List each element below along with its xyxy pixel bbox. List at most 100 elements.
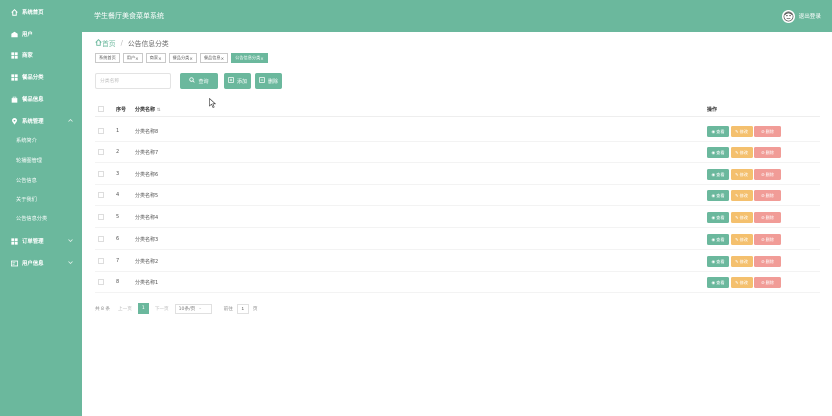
edit-button[interactable]: ✎ 修改 [730,277,753,288]
sidebar-item-orders[interactable]: 订单管理 [0,230,82,252]
page-number-current[interactable]: 1 [137,303,149,314]
edit-button[interactable]: ✎ 修改 [730,256,753,267]
edit-button[interactable]: ✎ 修改 [730,212,753,223]
tag-notice-category[interactable]: 公告信息分类 × [231,53,268,63]
row-checkbox[interactable] [98,149,104,155]
delete-icon: ⊘ [761,193,765,198]
row-index: 6 [116,236,120,242]
next-page-button[interactable]: 下一页 [155,306,169,312]
eye-icon: ◉ [711,150,716,155]
table-row: 2 分类名称7 ◉ 查看 ✎ 修改 ⊘ 删除 [95,142,820,163]
view-button[interactable]: ◉ 查看 [707,212,729,223]
view-button[interactable]: ◉ 查看 [707,234,729,245]
row-actions: ◉ 查看 ✎ 修改 ⊘ 删除 [707,190,781,201]
close-icon[interactable]: × [189,56,193,61]
tag-dish-category[interactable]: 餐品分类 × [168,53,197,63]
row-checkbox[interactable] [98,258,104,264]
close-icon[interactable]: × [221,56,225,61]
row-checkbox[interactable] [98,236,104,242]
tag-user[interactable]: 用户 × [122,53,143,63]
search-input[interactable] [95,73,171,89]
home-icon [11,8,18,16]
sidebar-item-home[interactable]: 系统首页 [0,1,82,23]
tab-tags: 系统首页 用户 × 商家 × 餐品分类 × 餐品信息 × 公告信息分类 × [95,53,268,63]
logout-button[interactable]: 退出登录 [799,12,821,20]
sidebar-item-user-info[interactable]: 用户信息 [0,252,82,274]
sidebar-item-dish-category[interactable]: 餐品分类 [0,66,82,88]
delete-row-button[interactable]: ⊘ 删除 [754,126,781,137]
add-icon [228,77,234,85]
header-actions: 操作 [707,107,718,113]
edit-button[interactable]: ✎ 修改 [730,234,753,245]
view-button[interactable]: ◉ 查看 [707,256,729,267]
close-icon[interactable]: × [158,56,162,61]
eye-icon: ◉ [711,215,716,220]
sidebar-subitem-intro[interactable]: 系统简介 [16,137,37,144]
row-index: 8 [116,279,120,285]
tag-dish-info[interactable]: 餐品信息 × [199,53,229,63]
view-button[interactable]: ◉ 查看 [707,126,729,137]
delete-row-button[interactable]: ⊘ 删除 [754,212,781,223]
close-icon[interactable]: × [135,56,139,61]
table-row: 5 分类名称4 ◉ 查看 ✎ 修改 ⊘ 删除 [95,207,820,228]
sidebar-subitem-notice-category[interactable]: 公告信息分类 [16,215,47,222]
query-button[interactable]: 查询 [180,73,218,89]
view-button[interactable]: ◉ 查看 [707,277,729,288]
sidebar-subitem-notice[interactable]: 公告信息 [16,177,37,184]
eye-icon: ◉ [711,129,716,134]
row-index: 5 [116,214,120,220]
row-actions: ◉ 查看 ✎ 修改 ⊘ 删除 [707,256,781,267]
user-icon [11,31,18,38]
home-icon [95,38,102,48]
row-checkbox[interactable] [98,128,104,134]
row-checkbox[interactable] [98,279,104,285]
breadcrumb-current: 公告信息分类 [127,40,169,48]
sidebar-item-merchant[interactable]: 商家 [0,44,82,66]
sidebar-item-dish-info[interactable]: 餐品信息 [0,88,82,110]
search-icon [189,77,196,85]
chevron-down-icon: ⌄ [198,306,203,311]
view-button[interactable]: ◉ 查看 [707,169,729,180]
page-size-select[interactable]: 10条/页 ⌄ [174,303,212,314]
row-checkbox[interactable] [98,192,104,198]
sidebar-subitem-carousel[interactable]: 轮播图管理 [16,157,42,164]
header-index: 序号 [116,107,127,113]
edit-button[interactable]: ✎ 修改 [730,147,753,158]
goto-page-input[interactable] [236,303,249,314]
chevron-down-icon [68,238,73,245]
row-name: 分类名称7 [135,150,159,156]
delete-button[interactable]: 删除 [255,73,282,89]
delete-row-button[interactable]: ⊘ 删除 [754,147,781,158]
edit-icon: ✎ [735,280,739,285]
breadcrumb-separator: / [120,39,123,47]
header-name[interactable]: 分类名称 ⇅ [135,106,161,113]
row-index: 4 [116,192,120,198]
edit-button[interactable]: ✎ 修改 [730,169,753,180]
breadcrumb-home[interactable]: 首页 [95,38,116,48]
table-row: 3 分类名称6 ◉ 查看 ✎ 修改 ⊘ 删除 [95,164,820,185]
tag-home[interactable]: 系统首页 [95,53,120,63]
row-checkbox[interactable] [98,214,104,220]
prev-page-button[interactable]: 上一页 [118,306,132,312]
view-button[interactable]: ◉ 查看 [707,147,729,158]
delete-row-button[interactable]: ⊘ 删除 [754,234,781,245]
sidebar-subitem-about[interactable]: 关于我们 [16,196,37,203]
delete-row-button[interactable]: ⊘ 删除 [754,277,781,288]
delete-row-button[interactable]: ⊘ 删除 [754,190,781,201]
close-icon[interactable]: × [260,56,264,61]
sidebar-item-user[interactable]: 用户 [0,23,82,45]
delete-row-button[interactable]: ⊘ 删除 [754,169,781,180]
view-button[interactable]: ◉ 查看 [707,190,729,201]
sidebar-item-system[interactable]: 系统管理 [0,110,82,132]
row-checkbox[interactable] [98,171,104,177]
edit-icon: ✎ [735,215,739,220]
edit-button[interactable]: ✎ 修改 [730,190,753,201]
delete-icon [259,77,265,85]
delete-row-button[interactable]: ⊘ 删除 [754,256,781,267]
tag-merchant[interactable]: 商家 × [145,53,166,63]
edit-button[interactable]: ✎ 修改 [730,126,753,137]
add-button[interactable]: 添加 [224,73,251,89]
sort-icon[interactable]: ⇅ [157,108,161,113]
goto-suffix: 页 [252,306,258,312]
select-all-checkbox[interactable] [98,106,104,112]
